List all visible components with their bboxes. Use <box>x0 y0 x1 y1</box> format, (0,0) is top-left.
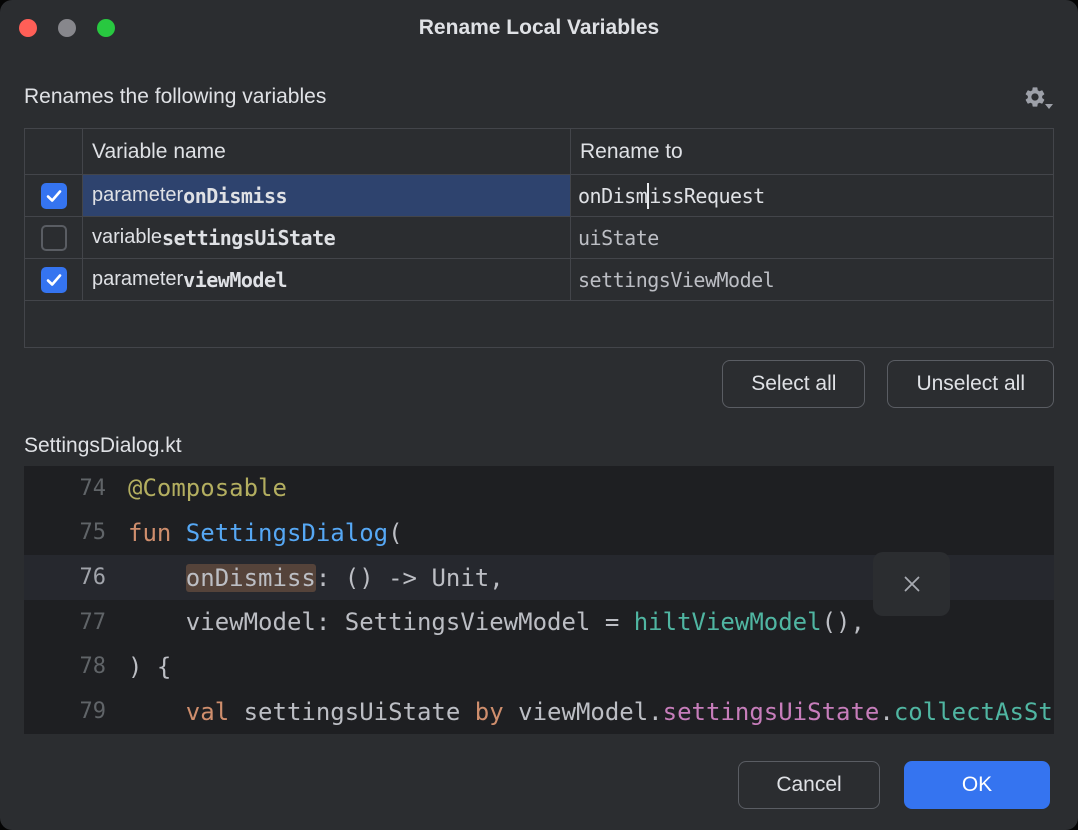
variable-name-cell[interactable]: parameter viewModel <box>83 259 571 301</box>
code-line: 74@Composable <box>24 466 1054 511</box>
code-token: settingsUiState <box>663 698 880 726</box>
close-icon <box>902 574 922 594</box>
close-preview-button[interactable] <box>873 552 950 616</box>
variable-kind-label: parameter <box>92 268 183 291</box>
rename-usage-highlight: onDismiss <box>186 564 316 592</box>
check-icon <box>46 273 62 287</box>
dialog-footer: Cancel OK <box>0 740 1078 830</box>
line-number: 79 <box>24 699 128 724</box>
code-text: fun SettingsDialog( <box>128 519 1054 547</box>
minimize-window-button[interactable] <box>58 19 76 37</box>
gear-icon <box>1023 85 1047 109</box>
variable-name-column-header: Variable name <box>83 129 571 175</box>
code-token: fun <box>128 519 186 547</box>
variable-kind-label: variable <box>92 226 162 249</box>
traffic-lights <box>19 19 115 37</box>
rename-local-variables-dialog: Rename Local Variables Renames the follo… <box>0 0 1078 830</box>
code-token: by <box>475 698 518 726</box>
variable-name-cell[interactable]: variable settingsUiState <box>83 217 571 259</box>
variable-name-cell[interactable]: parameter onDismiss <box>83 175 571 217</box>
row-checkbox-cell[interactable] <box>25 175 83 217</box>
unselect-all-button[interactable]: Unselect all <box>887 360 1054 408</box>
code-preview-editor[interactable]: 74@Composable75fun SettingsDialog(76 onD… <box>24 466 1054 734</box>
code-token: collectAsStateWithLifecycle() <box>894 698 1054 726</box>
line-number: 76 <box>24 565 128 590</box>
line-number: 77 <box>24 610 128 635</box>
description-row: Renames the following variables <box>24 80 1054 114</box>
code-text: ) { <box>128 653 1054 681</box>
rename-to-cell[interactable]: settingsViewModel <box>571 259 1053 301</box>
titlebar: Rename Local Variables <box>0 0 1078 56</box>
dialog-content: Renames the following variables Variable… <box>0 56 1078 740</box>
code-token: (), <box>822 608 865 636</box>
code-line: 75fun SettingsDialog( <box>24 511 1054 556</box>
line-number: 74 <box>24 476 128 501</box>
check-icon <box>46 189 62 203</box>
ok-button[interactable]: OK <box>904 761 1050 809</box>
cancel-button[interactable]: Cancel <box>738 761 880 809</box>
file-name-label: SettingsDialog.kt <box>24 434 1054 458</box>
code-token: hiltViewModel <box>634 608 822 636</box>
code-line: 78) { <box>24 645 1054 690</box>
window-title: Rename Local Variables <box>0 0 1078 56</box>
code-text: val settingsUiState by viewModel.setting… <box>128 698 1054 726</box>
line-number: 78 <box>24 654 128 679</box>
rename-to-cell[interactable]: onDismissRequest <box>571 175 1053 217</box>
code-token: : () -> Unit, <box>316 564 504 592</box>
row-checkbox[interactable] <box>41 183 67 209</box>
rename-to-cell[interactable]: uiState <box>571 217 1053 259</box>
code-token <box>128 564 186 592</box>
variable-kind-label: parameter <box>92 184 183 207</box>
code-token: . <box>879 698 893 726</box>
row-checkbox-cell[interactable] <box>25 217 83 259</box>
code-token: viewModel: SettingsViewModel = <box>128 608 634 636</box>
select-all-button[interactable]: Select all <box>722 360 865 408</box>
row-checkbox[interactable] <box>41 225 67 251</box>
text-caret <box>647 183 649 209</box>
line-number: 75 <box>24 520 128 545</box>
settings-gear-button[interactable] <box>1016 83 1054 111</box>
code-token: viewModel. <box>518 698 663 726</box>
rename-to-column-header: Rename to <box>571 129 1053 175</box>
variable-name: settingsUiState <box>162 226 335 250</box>
selection-buttons-row: Select all Unselect all <box>24 360 1054 408</box>
zoom-window-button[interactable] <box>97 19 115 37</box>
variable-name: viewModel <box>183 268 287 292</box>
code-token: @Composable <box>128 474 287 502</box>
code-token <box>128 698 186 726</box>
code-token: ( <box>388 519 402 547</box>
close-window-button[interactable] <box>19 19 37 37</box>
row-checkbox[interactable] <box>41 267 67 293</box>
variable-name: onDismiss <box>183 184 287 208</box>
code-token: settingsUiState <box>244 698 475 726</box>
dialog-description: Renames the following variables <box>24 85 326 109</box>
code-line: 79 val settingsUiState by viewModel.sett… <box>24 689 1054 734</box>
code-token: val <box>186 698 244 726</box>
code-text: @Composable <box>128 474 1054 502</box>
table-empty-space <box>25 301 1053 347</box>
row-checkbox-cell[interactable] <box>25 259 83 301</box>
code-token: SettingsDialog <box>186 519 388 547</box>
chevron-down-icon <box>1045 104 1053 109</box>
code-token: ) { <box>128 653 171 681</box>
checkbox-column-header <box>25 129 83 175</box>
variables-table: Variable name Rename to parameter onDism… <box>24 128 1054 348</box>
